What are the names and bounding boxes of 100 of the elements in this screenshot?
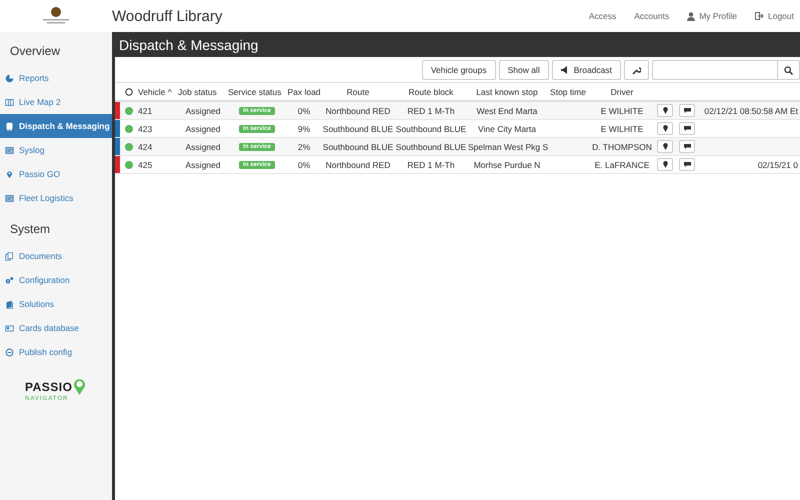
pie-chart-icon xyxy=(5,74,14,82)
chat-icon xyxy=(684,144,690,149)
settings-button[interactable] xyxy=(624,60,649,80)
header-link[interactable]: Accounts xyxy=(634,11,670,21)
sidebar-item[interactable]: Cards database xyxy=(0,316,112,340)
sidebar-item[interactable]: Syslog xyxy=(0,138,112,162)
sidebar-item[interactable]: Documents xyxy=(0,244,112,268)
column-header[interactable]: Service status xyxy=(228,86,286,96)
column-header[interactable]: Vehicle ^ xyxy=(138,86,178,96)
column-header[interactable]: Job status xyxy=(178,86,228,96)
table-cell-text: Morhse Purdue N xyxy=(472,160,542,170)
map-pin-icon xyxy=(5,170,14,178)
minus-circle-icon xyxy=(5,348,14,356)
toolbar-button[interactable]: Broadcast xyxy=(552,60,621,80)
table-cell-text: Assigned xyxy=(184,160,222,170)
brand-name: PASSIO xyxy=(25,380,72,394)
map-pin-icon xyxy=(662,125,668,132)
column-header[interactable]: Route xyxy=(322,86,394,96)
locate-button[interactable] xyxy=(657,104,673,117)
table-cell-text: E WILHITE xyxy=(600,106,644,116)
table-cell-text: Assigned xyxy=(184,124,222,134)
gears-icon xyxy=(5,276,14,284)
status-dot-icon xyxy=(125,160,133,168)
book-icon xyxy=(5,300,14,308)
table-cell-text: 425 xyxy=(138,160,154,170)
map-pin-icon xyxy=(73,378,86,396)
search-field[interactable] xyxy=(652,60,778,80)
status-dot-icon xyxy=(125,124,133,132)
window-icon xyxy=(5,146,14,154)
map-icon xyxy=(5,98,14,106)
header-link[interactable]: Logout xyxy=(755,11,794,21)
column-header[interactable]: Stop time xyxy=(546,86,590,96)
table-cell-text: 0% xyxy=(296,160,312,170)
sidebar-item[interactable]: Configuration xyxy=(0,268,112,292)
table-cell-text: 421 xyxy=(138,106,154,116)
message-button[interactable] xyxy=(679,122,695,135)
sidebar-item[interactable]: Solutions xyxy=(0,292,112,316)
map-pin-icon xyxy=(662,107,668,114)
table-cell-text: D. THOMPSON xyxy=(591,142,653,152)
bus-icon xyxy=(5,122,14,130)
table-cell-text: Northbound RED xyxy=(324,106,392,116)
table-cell-text: 0% xyxy=(296,106,312,116)
table-cell-text: Vine City Marta xyxy=(477,124,537,134)
table-cell: Southbound BLUE xyxy=(322,124,394,134)
wrench-icon xyxy=(632,66,641,74)
table-cell: Southbound BLUE xyxy=(322,142,394,152)
table-cell-text: E WILHITE xyxy=(600,124,644,134)
status-dot-icon xyxy=(125,142,133,150)
select-all-icon[interactable] xyxy=(125,88,133,96)
search-icon xyxy=(784,66,793,74)
map-pin-icon xyxy=(662,143,668,150)
message-button[interactable] xyxy=(679,158,695,171)
panel-title: Dispatch & Messaging xyxy=(115,32,800,57)
table-cell-text: 2% xyxy=(296,142,312,152)
app-title: Woodruff Library xyxy=(112,8,222,24)
user-icon xyxy=(687,12,696,20)
locate-button[interactable] xyxy=(657,158,673,171)
table-cell-text: West End Marta xyxy=(476,106,538,116)
column-header[interactable]: Driver xyxy=(590,86,654,96)
header-link[interactable]: Access xyxy=(588,11,616,21)
sidebar-item[interactable]: Passio GO xyxy=(0,162,112,186)
table-cell-text: Northbound RED xyxy=(324,160,392,170)
library-logo-icon xyxy=(40,6,72,26)
map-pin-icon xyxy=(662,161,668,168)
column-header[interactable]: Pax load xyxy=(286,86,322,96)
table-cell-text: Southbound BLUE xyxy=(394,142,468,152)
locate-button[interactable] xyxy=(657,140,673,153)
documents-icon xyxy=(5,252,14,260)
table-cell-text: Assigned xyxy=(184,106,222,116)
sidebar-item[interactable]: Reports xyxy=(0,66,112,90)
toolbar-button[interactable]: Vehicle groups xyxy=(422,60,496,80)
status-dot-icon xyxy=(125,106,133,114)
search-button[interactable] xyxy=(778,60,800,80)
toolbar-button[interactable]: Show all xyxy=(498,60,549,80)
table-cell-text: 02/12/21 08:50:58 AM Et xyxy=(703,106,798,116)
message-button[interactable] xyxy=(679,104,695,117)
column-header[interactable]: Last known stop xyxy=(468,86,546,96)
table-cell-text: Southbound BLUE xyxy=(394,124,468,134)
table-cell-text: E. LaFRANCE xyxy=(594,160,650,170)
sidebar-item[interactable]: Dispatch & Messaging xyxy=(0,114,112,138)
sidebar-heading: Overview xyxy=(9,43,62,60)
message-button[interactable] xyxy=(679,140,695,153)
chat-icon xyxy=(684,108,690,113)
locate-button[interactable] xyxy=(657,122,673,135)
sidebar-item[interactable]: Live Map 2 xyxy=(0,90,112,114)
header-link[interactable]: My Profile xyxy=(687,11,737,21)
table-cell-text: 02/15/21 0 xyxy=(756,160,798,170)
table-cell-text: 9% xyxy=(296,124,312,134)
sidebar-item[interactable]: Publish config xyxy=(0,340,112,364)
table-cell: Spelman West Pkg S xyxy=(468,142,546,152)
megaphone-icon xyxy=(560,66,570,74)
logout-icon xyxy=(755,12,764,20)
table-cell-text: RED 1 M-Th xyxy=(406,106,456,116)
card-icon xyxy=(5,324,14,332)
chat-icon xyxy=(684,162,690,167)
table-cell-text: RED 1 M-Th xyxy=(406,160,456,170)
table-cell-text: 423 xyxy=(138,124,154,134)
sidebar-item[interactable]: Fleet Logistics xyxy=(0,186,112,210)
table-cell-text: Assigned xyxy=(184,142,222,152)
column-header[interactable]: Route block xyxy=(394,86,468,96)
